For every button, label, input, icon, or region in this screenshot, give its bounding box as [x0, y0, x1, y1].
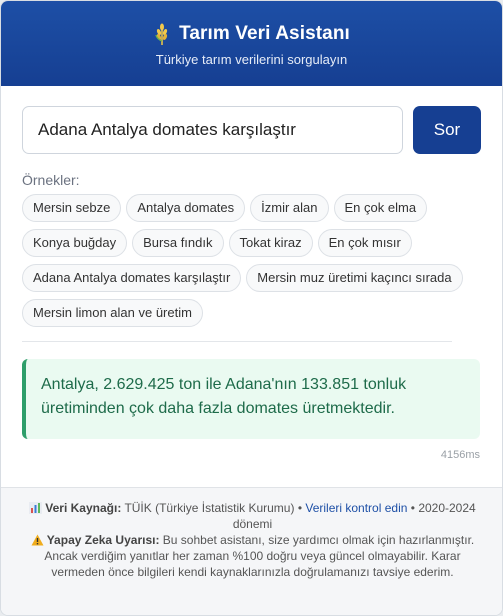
example-chip[interactable]: Konya buğday: [22, 229, 128, 257]
chat-card: Tarım Veri Asistanı Türkiye tarım verile…: [0, 0, 503, 616]
divider: [22, 341, 452, 342]
source-text: TÜİK (Türkiye İstatistik Kurumu): [124, 501, 295, 515]
example-chip[interactable]: En çok mısır: [317, 229, 412, 257]
example-chip[interactable]: Mersin sebze: [22, 194, 122, 222]
app-subtitle: Türkiye tarım verilerini sorgulayın: [155, 52, 348, 67]
app-title: Tarım Veri Asistanı: [179, 23, 350, 44]
wheat-icon: [155, 23, 168, 45]
question-input[interactable]: [22, 106, 403, 154]
warning-line: Yapay Zeka Uyarısı: Bu sohbet asistanı, …: [19, 532, 486, 580]
source-label: Veri Kaynağı:: [45, 501, 122, 515]
search-row: Sor: [22, 106, 481, 154]
response-time: 4156ms: [440, 449, 480, 461]
footer: Veri Kaynağı: TÜİK (Türkiye İstatistik K…: [1, 487, 502, 615]
main-content: Sor Örnekler: Mersin sebze Antalya domat…: [1, 86, 502, 461]
example-chip[interactable]: Tokat kiraz: [228, 229, 313, 257]
example-chips: Mersin sebze Antalya domates İzmir alan …: [22, 194, 484, 327]
warning-icon: [31, 534, 44, 546]
example-chip[interactable]: Antalya domates: [126, 194, 246, 222]
separator: •: [410, 501, 415, 515]
header-title-row: Tarım Veri Asistanı: [1, 23, 502, 45]
example-chip[interactable]: En çok elma: [333, 194, 428, 222]
example-chip[interactable]: Adana Antalya domates karşılaştır: [22, 264, 242, 292]
header: Tarım Veri Asistanı Türkiye tarım verile…: [1, 1, 502, 86]
answer-box: Antalya, 2.629.425 ton ile Adana'nın 133…: [22, 359, 480, 439]
warning-label: Yapay Zeka Uyarısı:: [46, 533, 160, 547]
example-chip[interactable]: Bursa fındık: [132, 229, 224, 257]
bar-chart-icon: [29, 502, 43, 514]
example-chip[interactable]: Mersin muz üretimi kaçıncı sırada: [246, 264, 463, 292]
examples-label: Örnekler:: [22, 172, 80, 188]
example-chip[interactable]: İzmir alan: [250, 194, 329, 222]
ask-button[interactable]: Sor: [413, 106, 481, 154]
verify-data-link[interactable]: Verileri kontrol edin: [305, 501, 407, 515]
example-chip[interactable]: Mersin limon alan ve üretim: [22, 299, 203, 327]
separator: •: [297, 501, 303, 515]
source-line: Veri Kaynağı: TÜİK (Türkiye İstatistik K…: [19, 500, 486, 532]
